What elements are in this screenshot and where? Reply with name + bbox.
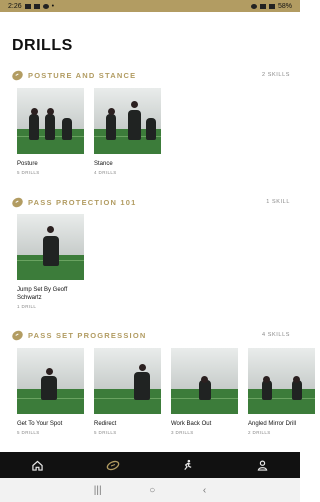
message-icon	[33, 3, 40, 9]
football-icon	[10, 195, 25, 209]
status-bar: 2:26 • 58%	[0, 0, 300, 12]
football-icon[interactable]	[106, 458, 120, 472]
section-title: PASS PROTECTION 101	[28, 197, 137, 207]
page-title: DRILLS	[12, 37, 73, 54]
football-icon	[10, 328, 25, 342]
card-row: Jump Set By Geoff Schwartz 1 DRILL	[17, 214, 84, 309]
bottom-nav	[0, 452, 300, 478]
skill-title: Stance	[94, 161, 113, 167]
section-count: 4 SKILLS	[261, 332, 290, 338]
skill-title: Work Back Out	[171, 421, 212, 427]
skill-drill-count: 5 DRILLS	[17, 170, 40, 175]
battery-icon	[268, 3, 275, 9]
section-count: 1 SKILL	[266, 199, 290, 205]
system-nav-bar: ||| ○ ‹	[0, 478, 300, 502]
battery-level: 58%	[277, 2, 292, 10]
card-row: Posture 5 DRILLS Stance 4 DRILLS	[17, 88, 161, 175]
skill-drill-count: 2 DRILLS	[248, 430, 271, 435]
card-row: Get To Your Spot 5 DRILLS Redirect 5 DRI…	[17, 348, 315, 435]
skill-thumbnail	[17, 88, 84, 154]
dot-icon: •	[51, 2, 55, 10]
status-right: 58%	[250, 2, 292, 10]
skill-card[interactable]: Redirect 5 DRILLS	[94, 348, 161, 435]
skill-drill-count: 4 DRILLS	[94, 170, 117, 175]
skill-thumbnail	[94, 88, 161, 154]
skill-thumbnail	[17, 214, 84, 280]
skill-card[interactable]: Angled Mirror Drill 2 DRILLS	[248, 348, 315, 435]
skill-drill-count: 1 DRILL	[17, 304, 37, 309]
section-title: POSTURE AND STANCE	[28, 70, 137, 80]
wifi-icon	[259, 3, 266, 9]
home-button-icon[interactable]: ○	[149, 485, 155, 496]
football-icon	[10, 68, 25, 82]
running-icon[interactable]	[181, 458, 195, 472]
profile-icon[interactable]	[256, 458, 270, 472]
recent-apps-icon[interactable]: |||	[94, 485, 102, 496]
status-time: 2:26	[8, 2, 22, 10]
status-left: 2:26 •	[8, 3, 54, 10]
home-icon[interactable]	[31, 458, 45, 472]
section-posture-and-stance: POSTURE AND STANCE 2 SKILLS Posture 5 DR…	[0, 68, 300, 179]
skill-drill-count: 3 DRILLS	[171, 430, 194, 435]
skill-card[interactable]: Posture 5 DRILLS	[17, 88, 84, 175]
section-header[interactable]: PASS PROTECTION 101 1 SKILL	[10, 195, 290, 209]
skill-thumbnail	[248, 348, 315, 414]
settings-icon	[42, 3, 49, 9]
skill-card[interactable]: Get To Your Spot 5 DRILLS	[17, 348, 84, 435]
back-icon[interactable]: ‹	[203, 485, 206, 496]
skill-thumbnail	[17, 348, 84, 414]
skill-title: Get To Your Spot	[17, 421, 63, 427]
section-pass-set-progression: PASS SET PROGRESSION 4 SKILLS Get To You…	[0, 328, 315, 444]
section-header[interactable]: POSTURE AND STANCE 2 SKILLS	[10, 68, 290, 82]
skill-title: Posture	[17, 161, 38, 167]
skill-thumbnail	[94, 348, 161, 414]
skill-card[interactable]: Jump Set By Geoff Schwartz 1 DRILL	[17, 214, 84, 309]
section-count: 2 SKILLS	[261, 72, 290, 78]
section-pass-protection-101: PASS PROTECTION 101 1 SKILL Jump Set By …	[0, 195, 300, 316]
skill-drill-count: 5 DRILLS	[17, 430, 40, 435]
skill-title: Redirect	[94, 421, 117, 427]
skill-thumbnail	[171, 348, 238, 414]
skill-title: Jump Set By Geoff Schwartz	[17, 287, 68, 301]
skill-card[interactable]: Stance 4 DRILLS	[94, 88, 161, 175]
section-header[interactable]: PASS SET PROGRESSION 4 SKILLS	[10, 328, 290, 342]
notification-icon	[24, 3, 31, 9]
skill-drill-count: 5 DRILLS	[94, 430, 117, 435]
skill-card[interactable]: Work Back Out 3 DRILLS	[171, 348, 238, 435]
alarm-icon	[250, 3, 257, 9]
skill-title: Angled Mirror Drill	[248, 421, 297, 427]
section-title: PASS SET PROGRESSION	[28, 330, 147, 340]
